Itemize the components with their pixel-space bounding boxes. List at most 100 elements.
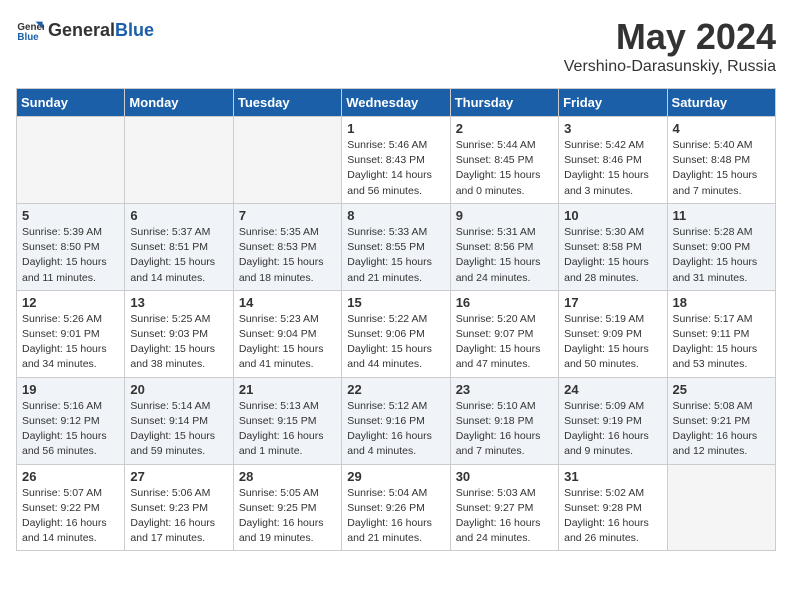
calendar-cell: 29Sunrise: 5:04 AM Sunset: 9:26 PM Dayli… bbox=[342, 464, 450, 551]
calendar-cell: 10Sunrise: 5:30 AM Sunset: 8:58 PM Dayli… bbox=[559, 203, 667, 290]
day-number: 15 bbox=[347, 295, 444, 310]
day-info: Sunrise: 5:22 AM Sunset: 9:06 PM Dayligh… bbox=[347, 312, 444, 373]
calendar-cell: 9Sunrise: 5:31 AM Sunset: 8:56 PM Daylig… bbox=[450, 203, 558, 290]
calendar-cell: 1 Sunrise: 5:46 AM Sunset: 8:43 PM Daylig… bbox=[342, 117, 450, 204]
logo: General Blue GeneralBlue bbox=[16, 16, 154, 44]
day-number: 7 bbox=[239, 208, 336, 223]
calendar-cell: 31 Sunrise: 5:02 AM Sunset: 9:28 PM Dayli… bbox=[559, 464, 667, 551]
calendar-cell: 4 Sunrise: 5:40 AM Sunset: 8:48 PM Daylig… bbox=[667, 117, 775, 204]
day-number: 31 bbox=[564, 469, 661, 484]
day-info: Sunrise: 5:42 AM Sunset: 8:46 PM Dayligh… bbox=[564, 138, 661, 199]
day-number: 21 bbox=[239, 382, 336, 397]
calendar-cell: 15 Sunrise: 5:22 AM Sunset: 9:06 PM Dayli… bbox=[342, 290, 450, 377]
calendar-cell bbox=[125, 117, 233, 204]
calendar-week-row: 26 Sunrise: 5:07 AM Sunset: 9:22 PM Dayli… bbox=[17, 464, 776, 551]
day-info: Sunrise: 5:33 AM Sunset: 8:55 PM Dayligh… bbox=[347, 225, 444, 286]
day-number: 24 bbox=[564, 382, 661, 397]
calendar: Sunday Monday Tuesday Wednesday Thursday… bbox=[16, 88, 776, 551]
calendar-cell: 18 Sunrise: 5:17 AM Sunset: 9:11 PM Dayli… bbox=[667, 290, 775, 377]
day-number: 8 bbox=[347, 208, 444, 223]
day-number: 27 bbox=[130, 469, 227, 484]
day-info: Sunrise: 5:44 AM Sunset: 8:45 PM Dayligh… bbox=[456, 138, 553, 199]
calendar-cell: 12 Sunrise: 5:26 AM Sunset: 9:01 PM Dayli… bbox=[17, 290, 125, 377]
day-number: 28 bbox=[239, 469, 336, 484]
day-info: Sunrise: 5:30 AM Sunset: 8:58 PM Dayligh… bbox=[564, 225, 661, 286]
day-number: 16 bbox=[456, 295, 553, 310]
calendar-cell: 6 Sunrise: 5:37 AM Sunset: 8:51 PM Daylig… bbox=[125, 203, 233, 290]
calendar-cell: 3Sunrise: 5:42 AM Sunset: 8:46 PM Daylig… bbox=[559, 117, 667, 204]
day-info: Sunrise: 5:40 AM Sunset: 8:48 PM Dayligh… bbox=[673, 138, 770, 199]
day-info: Sunrise: 5:14 AM Sunset: 9:14 PM Dayligh… bbox=[130, 399, 227, 460]
calendar-cell: 26 Sunrise: 5:07 AM Sunset: 9:22 PM Dayli… bbox=[17, 464, 125, 551]
header-friday: Friday bbox=[559, 89, 667, 117]
day-info: Sunrise: 5:04 AM Sunset: 9:26 PM Dayligh… bbox=[347, 486, 444, 547]
calendar-cell bbox=[233, 117, 341, 204]
day-number: 13 bbox=[130, 295, 227, 310]
day-number: 2 bbox=[456, 121, 553, 136]
calendar-cell: 5 Sunrise: 5:39 AM Sunset: 8:50 PM Daylig… bbox=[17, 203, 125, 290]
header-sunday: Sunday bbox=[17, 89, 125, 117]
day-info: Sunrise: 5:03 AM Sunset: 9:27 PM Dayligh… bbox=[456, 486, 553, 547]
calendar-cell: 17Sunrise: 5:19 AM Sunset: 9:09 PM Dayli… bbox=[559, 290, 667, 377]
calendar-cell: 21Sunrise: 5:13 AM Sunset: 9:15 PM Dayli… bbox=[233, 377, 341, 464]
calendar-cell: 24Sunrise: 5:09 AM Sunset: 9:19 PM Dayli… bbox=[559, 377, 667, 464]
day-info: Sunrise: 5:26 AM Sunset: 9:01 PM Dayligh… bbox=[22, 312, 119, 373]
day-info: Sunrise: 5:05 AM Sunset: 9:25 PM Dayligh… bbox=[239, 486, 336, 547]
day-number: 30 bbox=[456, 469, 553, 484]
header-wednesday: Wednesday bbox=[342, 89, 450, 117]
month-year: May 2024 bbox=[564, 16, 776, 58]
calendar-cell: 27 Sunrise: 5:06 AM Sunset: 9:23 PM Dayli… bbox=[125, 464, 233, 551]
day-number: 20 bbox=[130, 382, 227, 397]
day-info: Sunrise: 5:20 AM Sunset: 9:07 PM Dayligh… bbox=[456, 312, 553, 373]
day-info: Sunrise: 5:02 AM Sunset: 9:28 PM Dayligh… bbox=[564, 486, 661, 547]
calendar-cell: 23Sunrise: 5:10 AM Sunset: 9:18 PM Dayli… bbox=[450, 377, 558, 464]
day-info: Sunrise: 5:37 AM Sunset: 8:51 PM Dayligh… bbox=[130, 225, 227, 286]
svg-text:Blue: Blue bbox=[17, 32, 39, 43]
calendar-cell: 13 Sunrise: 5:25 AM Sunset: 9:03 PM Dayli… bbox=[125, 290, 233, 377]
day-number: 11 bbox=[673, 208, 770, 223]
logo-icon: General Blue bbox=[16, 16, 44, 44]
calendar-header-row: Sunday Monday Tuesday Wednesday Thursday… bbox=[17, 89, 776, 117]
day-info: Sunrise: 5:25 AM Sunset: 9:03 PM Dayligh… bbox=[130, 312, 227, 373]
day-number: 18 bbox=[673, 295, 770, 310]
day-info: Sunrise: 5:46 AM Sunset: 8:43 PM Dayligh… bbox=[347, 138, 444, 199]
day-number: 26 bbox=[22, 469, 119, 484]
day-number: 1 bbox=[347, 121, 444, 136]
day-number: 6 bbox=[130, 208, 227, 223]
day-number: 25 bbox=[673, 382, 770, 397]
calendar-cell bbox=[17, 117, 125, 204]
location: Vershino-Darasunskiy, Russia bbox=[564, 58, 776, 76]
calendar-cell: 14Sunrise: 5:23 AM Sunset: 9:04 PM Dayli… bbox=[233, 290, 341, 377]
day-number: 5 bbox=[22, 208, 119, 223]
page-header: General Blue GeneralBlue May 2024 Vershi… bbox=[16, 16, 776, 76]
day-number: 9 bbox=[456, 208, 553, 223]
day-number: 22 bbox=[347, 382, 444, 397]
day-info: Sunrise: 5:07 AM Sunset: 9:22 PM Dayligh… bbox=[22, 486, 119, 547]
calendar-cell: 20 Sunrise: 5:14 AM Sunset: 9:14 PM Dayli… bbox=[125, 377, 233, 464]
calendar-cell: 16 Sunrise: 5:20 AM Sunset: 9:07 PM Dayli… bbox=[450, 290, 558, 377]
day-info: Sunrise: 5:35 AM Sunset: 8:53 PM Dayligh… bbox=[239, 225, 336, 286]
calendar-cell bbox=[667, 464, 775, 551]
calendar-cell: 28 Sunrise: 5:05 AM Sunset: 9:25 PM Dayli… bbox=[233, 464, 341, 551]
day-info: Sunrise: 5:06 AM Sunset: 9:23 PM Dayligh… bbox=[130, 486, 227, 547]
day-info: Sunrise: 5:39 AM Sunset: 8:50 PM Dayligh… bbox=[22, 225, 119, 286]
day-info: Sunrise: 5:12 AM Sunset: 9:16 PM Dayligh… bbox=[347, 399, 444, 460]
calendar-week-row: 5 Sunrise: 5:39 AM Sunset: 8:50 PM Daylig… bbox=[17, 203, 776, 290]
calendar-cell: 22 Sunrise: 5:12 AM Sunset: 9:16 PM Dayli… bbox=[342, 377, 450, 464]
day-info: Sunrise: 5:16 AM Sunset: 9:12 PM Dayligh… bbox=[22, 399, 119, 460]
day-info: Sunrise: 5:17 AM Sunset: 9:11 PM Dayligh… bbox=[673, 312, 770, 373]
header-monday: Monday bbox=[125, 89, 233, 117]
calendar-cell: 30 Sunrise: 5:03 AM Sunset: 9:27 PM Dayli… bbox=[450, 464, 558, 551]
day-number: 17 bbox=[564, 295, 661, 310]
day-number: 12 bbox=[22, 295, 119, 310]
logo-text: GeneralBlue bbox=[48, 20, 154, 41]
day-info: Sunrise: 5:10 AM Sunset: 9:18 PM Dayligh… bbox=[456, 399, 553, 460]
day-number: 4 bbox=[673, 121, 770, 136]
calendar-cell: 19Sunrise: 5:16 AM Sunset: 9:12 PM Dayli… bbox=[17, 377, 125, 464]
calendar-cell: 11Sunrise: 5:28 AM Sunset: 9:00 PM Dayli… bbox=[667, 203, 775, 290]
header-saturday: Saturday bbox=[667, 89, 775, 117]
calendar-cell: 25Sunrise: 5:08 AM Sunset: 9:21 PM Dayli… bbox=[667, 377, 775, 464]
title-block: May 2024 Vershino-Darasunskiy, Russia bbox=[564, 16, 776, 76]
calendar-week-row: 1 Sunrise: 5:46 AM Sunset: 8:43 PM Daylig… bbox=[17, 117, 776, 204]
calendar-week-row: 19Sunrise: 5:16 AM Sunset: 9:12 PM Dayli… bbox=[17, 377, 776, 464]
